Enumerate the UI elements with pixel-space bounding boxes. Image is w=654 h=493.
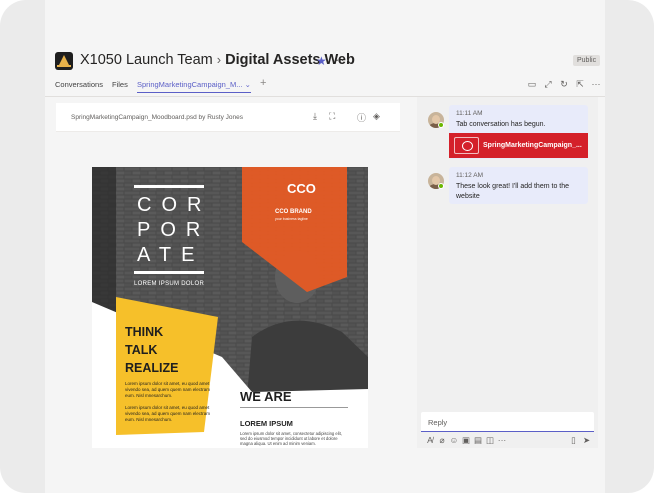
popout-icon[interactable]: ⇱: [572, 79, 588, 90]
expand-icon[interactable]: ⤢: [540, 79, 556, 90]
attachment-name[interactable]: SpringMarketingCampaign_...: [483, 142, 582, 149]
brand-name: CCO BRAND: [275, 209, 312, 215]
send-toolbar: ▯ ➤: [567, 435, 593, 446]
moodboard-poster: COR POR ATE LOREM IPSUM DOLOR CCO CCO BR…: [92, 167, 368, 448]
more-icon[interactable]: ···: [588, 79, 604, 89]
tab-files[interactable]: Files: [112, 80, 128, 89]
compose-toolbar: A̸ ⌀ ☺ ▣ ▤ ◫ ···: [424, 435, 508, 446]
tab-toolbar: ▭ ⤢ ↻ ⇱ ···: [524, 79, 604, 90]
attach-icon[interactable]: ⌀: [436, 435, 448, 446]
window-frame: X1050 Launch Team › Digital Assets Web ★ ·…: [0, 0, 654, 493]
add-tab-icon[interactable]: +: [260, 77, 266, 89]
reply-input[interactable]: Reply: [421, 412, 594, 432]
poster-rule: [134, 185, 204, 188]
tab-springmarketing[interactable]: SpringMarketingCampaign_M... ⌄: [137, 80, 251, 93]
reply-placeholder: Reply: [428, 418, 448, 427]
chevron-down-icon[interactable]: ⌄: [245, 80, 251, 89]
poster-lorem-heading: LOREM IPSUM: [240, 419, 293, 428]
download-icon[interactable]: ⤓: [313, 111, 317, 122]
message-text: Tab conversation has begun.: [456, 121, 546, 128]
more-options-icon[interactable]: ···: [335, 52, 351, 67]
meet-icon[interactable]: ◫: [484, 435, 496, 446]
chat-icon[interactable]: ▭: [524, 79, 540, 90]
presence-available-icon: [438, 183, 444, 189]
poster-rule: [134, 271, 204, 274]
tab-conversations[interactable]: Conversations: [55, 80, 103, 89]
brand-tagline: your business tagline: [275, 217, 308, 221]
delete-icon[interactable]: ▯: [567, 435, 580, 446]
poster-corp-line: POR: [137, 219, 211, 241]
message-time: 11:11 AM: [456, 110, 483, 117]
message-text: These look great! I'll add them to the w…: [456, 183, 570, 200]
visibility-badge: Public: [573, 55, 601, 66]
poster-lorem-body: Lorem ipsum dolor sit amet, consectetur …: [240, 431, 342, 446]
team-name[interactable]: X1050 Launch Team: [80, 52, 213, 68]
info-icon[interactable]: ⓘ: [357, 111, 366, 124]
message-time: 11:12 AM: [456, 172, 483, 179]
emoji-icon[interactable]: ☺: [448, 435, 460, 445]
layers-icon[interactable]: ◈: [373, 111, 380, 122]
chevron-right-icon: ›: [216, 52, 222, 67]
refresh-icon[interactable]: ↻: [556, 79, 572, 90]
poster-think: THINK: [125, 325, 164, 339]
team-logo-icon: [55, 52, 73, 70]
poster-corp-line: ATE: [137, 244, 205, 266]
poster-we-are: WE ARE: [240, 389, 292, 404]
poster-tagline: LOREM IPSUM DOLOR: [134, 281, 205, 287]
poster-realize: REALIZE: [125, 361, 179, 375]
fit-icon[interactable]: ⛶: [329, 111, 335, 122]
poster-corp-line: COR: [137, 194, 212, 216]
poster-rule: [240, 407, 348, 408]
file-name: SpringMarketingCampaign_Moodboard.psd by…: [71, 114, 243, 121]
gif-icon[interactable]: ▣: [460, 435, 472, 446]
poster-yellow-text: Lorem ipsum dolor sit amet, eu quod amet…: [125, 381, 211, 398]
document-canvas: COR POR ATE LOREM IPSUM DOLOR CCO CCO BR…: [56, 133, 400, 448]
presence-available-icon: [438, 122, 444, 128]
more-icon[interactable]: ···: [496, 435, 508, 445]
poster-yellow-text: Lorem ipsum dolor sit amet, eu quod amet…: [125, 405, 211, 422]
format-icon[interactable]: A̸: [424, 435, 436, 445]
send-icon[interactable]: ➤: [580, 435, 593, 446]
creative-cloud-icon: [454, 137, 479, 154]
brand-logo: CCO: [287, 181, 316, 196]
page-title: X1050 Launch Team › Digital Assets Web: [80, 52, 355, 68]
attachment-card[interactable]: SpringMarketingCampaign_...: [449, 133, 588, 158]
message-bubble: 11:12 AM These look great! I'll add them…: [449, 167, 588, 204]
poster-talk: TALK: [125, 343, 158, 357]
sticker-icon[interactable]: ▤: [472, 435, 484, 446]
star-icon[interactable]: ★: [316, 54, 327, 68]
file-viewer-toolbar: SpringMarketingCampaign_Moodboard.psd by…: [56, 103, 400, 132]
